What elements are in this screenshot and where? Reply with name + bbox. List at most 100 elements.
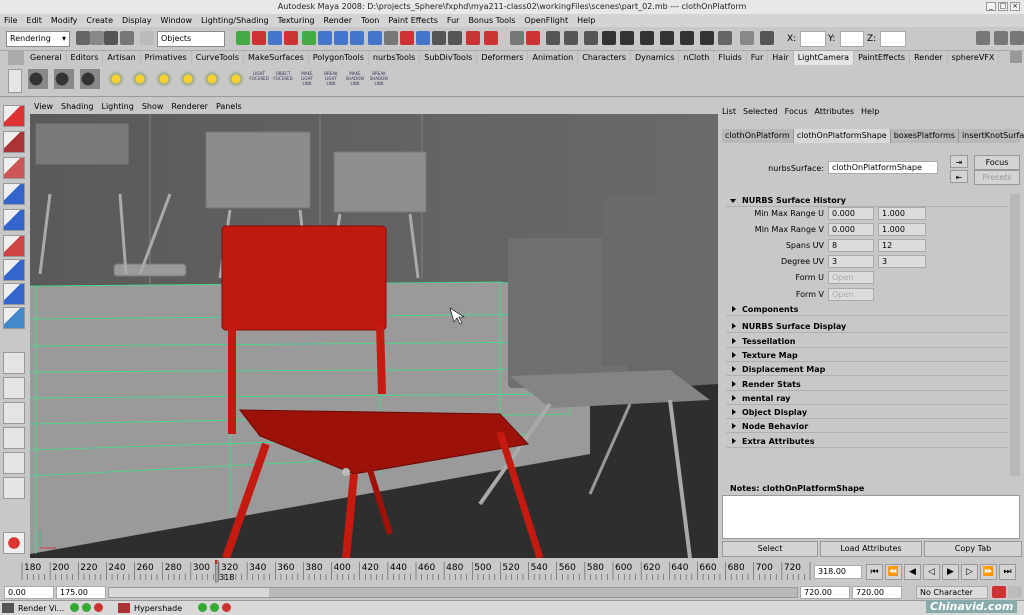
playback-0-icon[interactable]: ⏮ xyxy=(866,564,883,580)
menu-edit[interactable]: Edit xyxy=(26,14,42,27)
playback-1-icon[interactable]: ⏪ xyxy=(885,564,902,580)
tool-button[interactable] xyxy=(3,105,25,127)
tool-button[interactable] xyxy=(3,259,25,281)
tool-button[interactable] xyxy=(3,209,25,231)
tab-curvetools[interactable]: CurveTools xyxy=(192,51,245,65)
point-light-icon[interactable] xyxy=(106,69,126,89)
tab-subdivtools[interactable]: SubDivTools xyxy=(420,51,478,65)
menu-openflight[interactable]: OpenFlight xyxy=(524,14,568,27)
section-displacement-map[interactable]: Displacement Map xyxy=(726,363,1008,377)
panel-menu-panels[interactable]: Panels xyxy=(216,100,242,113)
range-bar[interactable] xyxy=(108,587,798,598)
shelf-button-label[interactable]: OBJECT FOCUSED xyxy=(272,71,294,81)
tab-spherevfx[interactable]: sphereVFX xyxy=(948,51,1000,65)
menu-render[interactable]: Render xyxy=(324,14,352,27)
shelf-button-label[interactable]: MAKE SHADOW LINK xyxy=(344,71,366,86)
menu-create[interactable]: Create xyxy=(86,14,113,27)
close-icon[interactable] xyxy=(222,603,231,612)
playback-3-icon[interactable]: ◁ xyxy=(923,564,940,580)
status-tool-icon[interactable] xyxy=(268,31,282,45)
status-tool-icon[interactable] xyxy=(718,31,732,45)
maximize-icon[interactable]: □ xyxy=(998,2,1008,11)
status-tool-icon[interactable] xyxy=(140,31,154,45)
node-name-input[interactable]: clothOnPlatformShape xyxy=(828,161,938,174)
tab-makesurfaces[interactable]: MakeSurfaces xyxy=(244,51,309,65)
status-tool-icon[interactable] xyxy=(318,31,332,45)
tool-button[interactable] xyxy=(3,307,25,329)
start-time-input[interactable]: 0.00 xyxy=(4,586,54,599)
status-tool-icon[interactable] xyxy=(90,31,104,45)
tab-painteffects[interactable]: PaintEffects xyxy=(854,51,911,65)
status-tool-icon[interactable] xyxy=(76,31,90,45)
trash-icon[interactable] xyxy=(1010,51,1022,63)
section-render-stats[interactable]: Render Stats xyxy=(726,378,1008,391)
shelf-button-label[interactable]: BREAK LIGHT LINK xyxy=(320,71,342,86)
ae-tab-3[interactable]: insertKnotSurface1 xyxy=(959,129,1024,143)
status-tool-icon[interactable] xyxy=(284,31,298,45)
status-tool-icon[interactable] xyxy=(350,31,364,45)
status-tool-icon[interactable] xyxy=(236,31,250,45)
ae-menu-selected[interactable]: Selected xyxy=(743,106,778,118)
tab-fur[interactable]: Fur xyxy=(747,51,769,65)
tab-editors[interactable]: Editors xyxy=(67,51,104,65)
point-light-icon[interactable] xyxy=(154,69,174,89)
status-tool-icon[interactable] xyxy=(448,31,462,45)
panel-layout-icon[interactable] xyxy=(976,31,990,45)
ae-tab-0[interactable]: clothOnPlatform xyxy=(722,129,794,143)
section-nurbs-surface-history[interactable]: NURBS Surface History xyxy=(726,194,1008,207)
status-tool-icon[interactable] xyxy=(602,31,616,45)
load-node-icon[interactable]: ⇥ xyxy=(950,155,968,168)
maximize-icon[interactable] xyxy=(82,603,91,612)
layout-button[interactable] xyxy=(3,352,25,374)
tab-deformers[interactable]: Deformers xyxy=(477,51,529,65)
tab-characters[interactable]: Characters xyxy=(578,51,631,65)
camera-icon[interactable] xyxy=(28,69,48,89)
shelf-menu-icon[interactable] xyxy=(8,51,24,65)
menu-lighting-shading[interactable]: Lighting/Shading xyxy=(201,14,269,27)
tab-polygontools[interactable]: PolygonTools xyxy=(309,51,369,65)
point-light-icon[interactable] xyxy=(202,69,222,89)
tab-artisan[interactable]: Artisan xyxy=(103,51,141,65)
tool-button[interactable] xyxy=(3,131,25,153)
status-tool-icon[interactable] xyxy=(368,31,382,45)
close-icon[interactable]: × xyxy=(1010,2,1020,11)
playback-6-icon[interactable]: ⏩ xyxy=(980,564,997,580)
menu-modify[interactable]: Modify xyxy=(51,14,78,27)
tab-nurbstools[interactable]: nurbsTools xyxy=(369,51,421,65)
minimize-icon[interactable] xyxy=(70,603,79,612)
status-tool-icon[interactable] xyxy=(526,31,540,45)
tab-dynamics[interactable]: Dynamics xyxy=(631,51,680,65)
focus-button[interactable]: Focus xyxy=(974,155,1020,170)
range-handle[interactable] xyxy=(109,588,269,597)
ae-menu-attributes[interactable]: Attributes xyxy=(815,106,855,118)
tab-lightcamera[interactable]: LightCamera xyxy=(793,51,855,65)
status-tool-icon[interactable] xyxy=(740,31,754,45)
tab-general[interactable]: General xyxy=(26,51,67,65)
section-object-display[interactable]: Object Display xyxy=(726,406,1008,420)
section-mental-ray[interactable]: mental ray xyxy=(726,392,1008,405)
spot-light-icon[interactable] xyxy=(178,69,198,89)
status-tool-icon[interactable] xyxy=(584,31,598,45)
status-tool-icon[interactable] xyxy=(546,31,560,45)
menu-texturing[interactable]: Texturing xyxy=(278,14,315,27)
tab-animation[interactable]: Animation xyxy=(528,51,579,65)
tool-button[interactable] xyxy=(3,183,25,205)
playback-end-input[interactable]: 720.00 xyxy=(800,586,850,599)
playback-5-icon[interactable]: ▷ xyxy=(961,564,978,580)
status-tool-icon[interactable] xyxy=(432,31,446,45)
panel-menu-show[interactable]: Show xyxy=(142,100,164,113)
status-tool-icon[interactable] xyxy=(334,31,348,45)
tool-button[interactable] xyxy=(3,157,25,179)
tab-ncloth[interactable]: nCloth xyxy=(679,51,715,65)
menu-fur[interactable]: Fur xyxy=(447,14,460,27)
layout-button[interactable] xyxy=(3,477,25,499)
menu-paint-effects[interactable]: Paint Effects xyxy=(388,14,438,27)
y-input[interactable] xyxy=(840,31,864,47)
status-tool-icon[interactable] xyxy=(400,31,414,45)
tab-render[interactable]: Render xyxy=(910,51,948,65)
playback-start-input[interactable]: 175.00 xyxy=(56,586,106,599)
layout-button[interactable] xyxy=(3,377,25,399)
section-tessellation[interactable]: Tessellation xyxy=(726,335,1008,348)
status-tool-icon[interactable] xyxy=(760,31,774,45)
panel-layout-icon[interactable] xyxy=(994,31,1008,45)
